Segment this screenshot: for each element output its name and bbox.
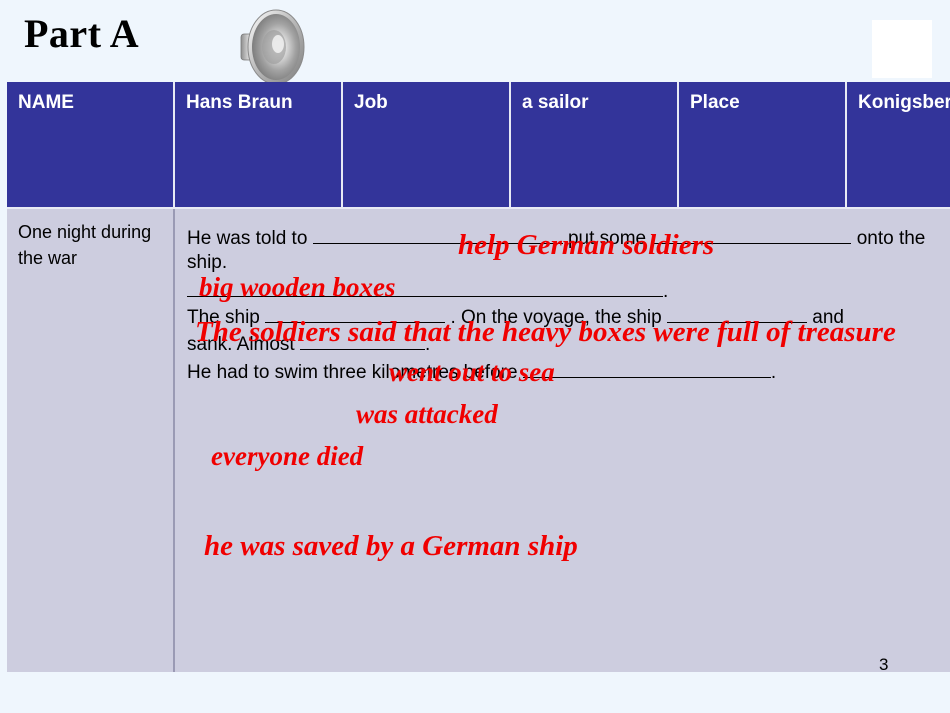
passage-layers: He was told to put some onto the ship. .… [186,219,950,672]
table-header-row: NAME Hans Braun Job a sailor Place Konig… [7,82,950,209]
time-cell: One night during the war [7,208,175,672]
image-placeholder [872,20,932,78]
speaker-icon[interactable] [233,6,307,86]
page-title: Part A [24,11,140,56]
answer-5: was attacked [356,399,498,429]
passage-line-1-c: onto the [856,228,926,249]
answer-6: everyone died [211,441,364,471]
passage-cell: He was told to put some onto the ship. .… [174,208,950,672]
answer-3: The soldiers said that the heavy boxes w… [195,316,896,348]
header-cell-hans-braun: Hans Braun [174,82,343,209]
header-cell-place: Place [678,82,847,209]
answer-2: big wooden boxes [199,272,396,302]
page-number: 3 [879,655,889,674]
header-cell-name: NAME [7,82,175,209]
passage-line-6-b: . [770,362,777,383]
header-cell-job: Job [342,82,511,209]
worksheet-table: NAME Hans Braun Job a sailor Place Konig… [7,82,950,672]
blank-7[interactable] [522,360,771,378]
answer-7: he was saved by a German ship [204,530,578,562]
table-body-row: One night during the war He was told to … [7,208,950,672]
slide-canvas: Part A NAME Hans Braun Job a sailor Plac… [0,0,950,713]
answer-4: went out to sea [389,357,555,387]
passage-line-3-end: . [663,281,669,302]
passage-line-1-a: He was told to [187,228,308,249]
header-cell-konigsberg: Konigsberg [846,82,950,209]
answer-1: help German soldiers [458,229,715,261]
header-cell-a-sailor: a sailor [510,82,679,209]
